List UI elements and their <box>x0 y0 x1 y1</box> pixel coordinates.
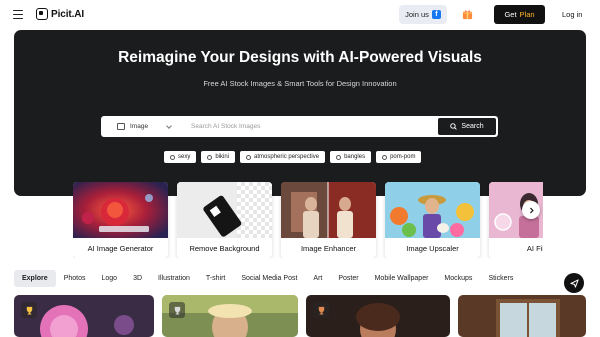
tool-card-ai-image-generator[interactable]: AI Image Generator <box>73 182 168 258</box>
gallery-image-window <box>458 295 586 337</box>
plan-accent-label: Plan <box>519 10 535 19</box>
join-us-label: Join us <box>405 10 429 19</box>
trophy-icon <box>21 302 37 318</box>
search-button-label: Search <box>461 123 484 130</box>
tool-card-image-enhancer[interactable]: Image Enhancer <box>281 182 376 258</box>
get-plan-label: Get <box>504 10 517 19</box>
tab-explore[interactable]: Explore <box>14 270 56 287</box>
tool-card-label: AI Filt <box>526 244 543 253</box>
send-icon <box>569 278 579 288</box>
tag-label: atmospheric perspective <box>254 154 320 160</box>
tab-3d[interactable]: 3D <box>125 270 150 287</box>
tag-chip[interactable]: pom-pom <box>376 151 422 163</box>
image-enhancer-thumbnail <box>281 182 376 238</box>
search-type-label: Image <box>130 123 149 130</box>
tab-art[interactable]: Art <box>305 270 330 287</box>
tool-card-label: AI Image Generator <box>87 244 154 253</box>
gallery-image[interactable] <box>162 295 298 337</box>
tool-cards-carousel: AI Image Generator Remove Background Ima… <box>73 182 543 258</box>
tool-card-label: Remove Background <box>189 244 260 253</box>
tag-label: bikini <box>215 154 230 160</box>
tag-label: bangles <box>344 154 366 160</box>
search-icon <box>382 154 388 160</box>
gift-icon[interactable] <box>462 9 473 20</box>
tab-social-media-post[interactable]: Social Media Post <box>233 270 305 287</box>
search-bar: Image Search <box>101 116 498 137</box>
tool-card-remove-background[interactable]: Remove Background <box>177 182 272 258</box>
send-feedback-button[interactable] <box>564 273 584 293</box>
brand-name: Picit.AI <box>51 8 85 20</box>
chevron-down-icon <box>166 122 172 129</box>
category-tabs: Explore Photos Logo 3D Illustration T-sh… <box>14 270 586 287</box>
menu-icon[interactable] <box>13 10 23 19</box>
tool-card-ai-filter[interactable]: AI Filt <box>489 182 543 258</box>
search-icon <box>450 123 458 130</box>
tab-stickers[interactable]: Stickers <box>480 270 521 287</box>
image-upscaler-thumbnail <box>385 182 480 238</box>
search-icon <box>246 154 252 160</box>
hero-title: Reimagine Your Designs with AI-Powered V… <box>118 49 482 66</box>
search-button[interactable]: Search <box>438 118 496 135</box>
search-icon <box>170 154 175 160</box>
logo-mark-icon <box>36 8 48 20</box>
tab-photos[interactable]: Photos <box>56 270 94 287</box>
remove-background-thumbnail <box>177 182 272 238</box>
hero-banner: Reimagine Your Designs with AI-Powered V… <box>14 30 586 196</box>
gallery-image[interactable] <box>306 295 450 337</box>
image-icon <box>117 123 125 130</box>
brand-logo[interactable]: Picit.AI <box>36 8 84 20</box>
tab-logo[interactable]: Logo <box>93 270 125 287</box>
tab-mobile-wallpaper[interactable]: Mobile Wallpaper <box>367 270 437 287</box>
search-icon <box>336 154 342 160</box>
search-icon <box>207 154 213 160</box>
gallery-image[interactable] <box>14 295 154 337</box>
search-type-dropdown[interactable]: Image <box>101 116 183 137</box>
join-us-button[interactable]: Join us f <box>399 5 447 24</box>
get-plan-button[interactable]: Get Plan <box>494 5 545 24</box>
tag-chip[interactable]: atmospheric perspective <box>240 151 326 163</box>
trophy-icon <box>313 302 329 318</box>
trophy-icon <box>169 302 185 318</box>
tag-chip[interactable]: bangles <box>330 151 372 163</box>
ai-image-generator-thumbnail <box>73 182 168 238</box>
suggested-tags: sexy bikini atmospheric perspective bang… <box>164 151 422 163</box>
tag-chip[interactable]: sexy <box>164 151 197 163</box>
hero-subtitle: Free AI Stock Images & Smart Tools for D… <box>203 79 397 88</box>
tab-mockups[interactable]: Mockups <box>436 270 480 287</box>
chevron-right-icon <box>529 207 534 213</box>
gallery-image[interactable] <box>458 295 586 337</box>
search-input[interactable] <box>183 116 438 137</box>
tab-t-shirt[interactable]: T-shirt <box>198 270 233 287</box>
tool-card-label: Image Enhancer <box>300 244 357 253</box>
tool-card-image-upscaler[interactable]: Image Upscaler <box>385 182 480 258</box>
tag-label: pom-pom <box>390 154 416 160</box>
facebook-icon: f <box>431 10 441 19</box>
tab-poster[interactable]: Poster <box>330 270 366 287</box>
login-link[interactable]: Log in <box>562 10 582 19</box>
carousel-next-button[interactable] <box>522 201 540 219</box>
tag-label: sexy <box>178 154 191 160</box>
top-header: Picit.AI Join us f Get Plan Log in <box>0 0 600 30</box>
tool-card-label: Image Upscaler <box>406 244 459 253</box>
tab-illustration[interactable]: Illustration <box>150 270 198 287</box>
tag-chip[interactable]: bikini <box>201 151 236 163</box>
